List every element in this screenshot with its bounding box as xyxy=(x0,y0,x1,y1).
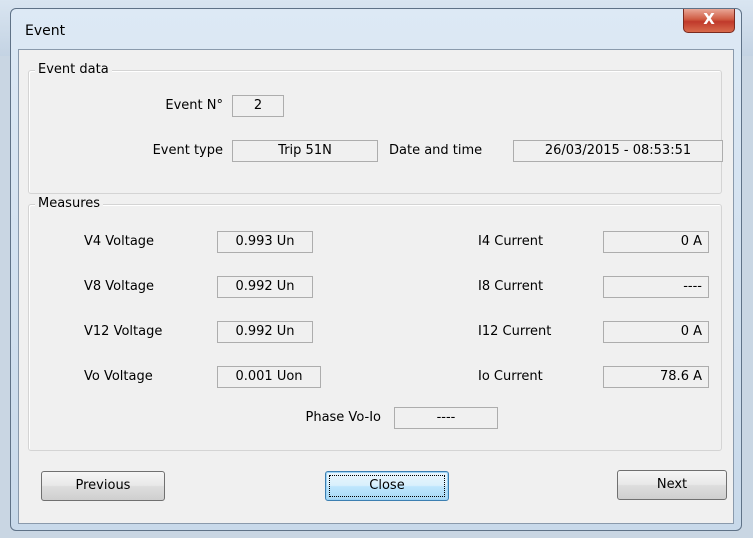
event-type-field: Trip 51N xyxy=(232,140,378,162)
focus-rectangle xyxy=(329,475,445,497)
event-type-label: Event type xyxy=(152,143,223,158)
vo-voltage-field: 0.001 Uon xyxy=(217,366,321,388)
i12-current-field: 0 A xyxy=(603,321,709,343)
i8-current-field: ---- xyxy=(603,276,709,298)
event-number-label: Event N° xyxy=(165,98,223,113)
phase-vo-io-field: ---- xyxy=(394,407,498,429)
i4-current-field: 0 A xyxy=(603,231,709,253)
i12-current-label: I12 Current xyxy=(478,324,552,339)
v8-voltage-label: V8 Voltage xyxy=(84,279,155,294)
measures-group: Measures V4 Voltage 0.993 Un V8 Voltage … xyxy=(28,196,722,451)
event-dialog: Event X Event data Event N° 2 Event type… xyxy=(10,8,742,531)
v4-voltage-label: V4 Voltage xyxy=(84,234,155,249)
event-data-group: Event data Event N° 2 Event type Trip 51… xyxy=(28,62,723,194)
v4-voltage-field: 0.993 Un xyxy=(217,231,313,253)
v12-voltage-label: V12 Voltage xyxy=(84,324,163,339)
date-time-field: 26/03/2015 - 08:53:51 xyxy=(513,140,723,162)
io-current-label: Io Current xyxy=(478,369,543,384)
window-close-button[interactable]: X xyxy=(683,9,735,33)
close-button[interactable]: Close xyxy=(325,471,449,501)
v12-voltage-field: 0.992 Un xyxy=(217,321,313,343)
dialog-title: Event xyxy=(25,23,66,39)
phase-vo-io-label: Phase Vo-Io xyxy=(305,410,381,425)
vo-voltage-label: Vo Voltage xyxy=(84,369,153,384)
i4-current-label: I4 Current xyxy=(478,234,544,249)
event-number-field: 2 xyxy=(232,95,284,117)
dialog-client-area: Event data Event N° 2 Event type Trip 51… xyxy=(18,49,734,524)
title-bar: Event X xyxy=(11,9,741,49)
measures-legend: Measures xyxy=(35,196,104,211)
close-icon: X xyxy=(703,10,715,28)
previous-button[interactable]: Previous xyxy=(41,471,165,501)
v8-voltage-field: 0.992 Un xyxy=(217,276,313,298)
io-current-field: 78.6 A xyxy=(603,366,709,388)
date-time-label: Date and time xyxy=(389,143,483,158)
i8-current-label: I8 Current xyxy=(478,279,544,294)
next-button[interactable]: Next xyxy=(617,470,727,500)
event-data-legend: Event data xyxy=(35,62,112,77)
